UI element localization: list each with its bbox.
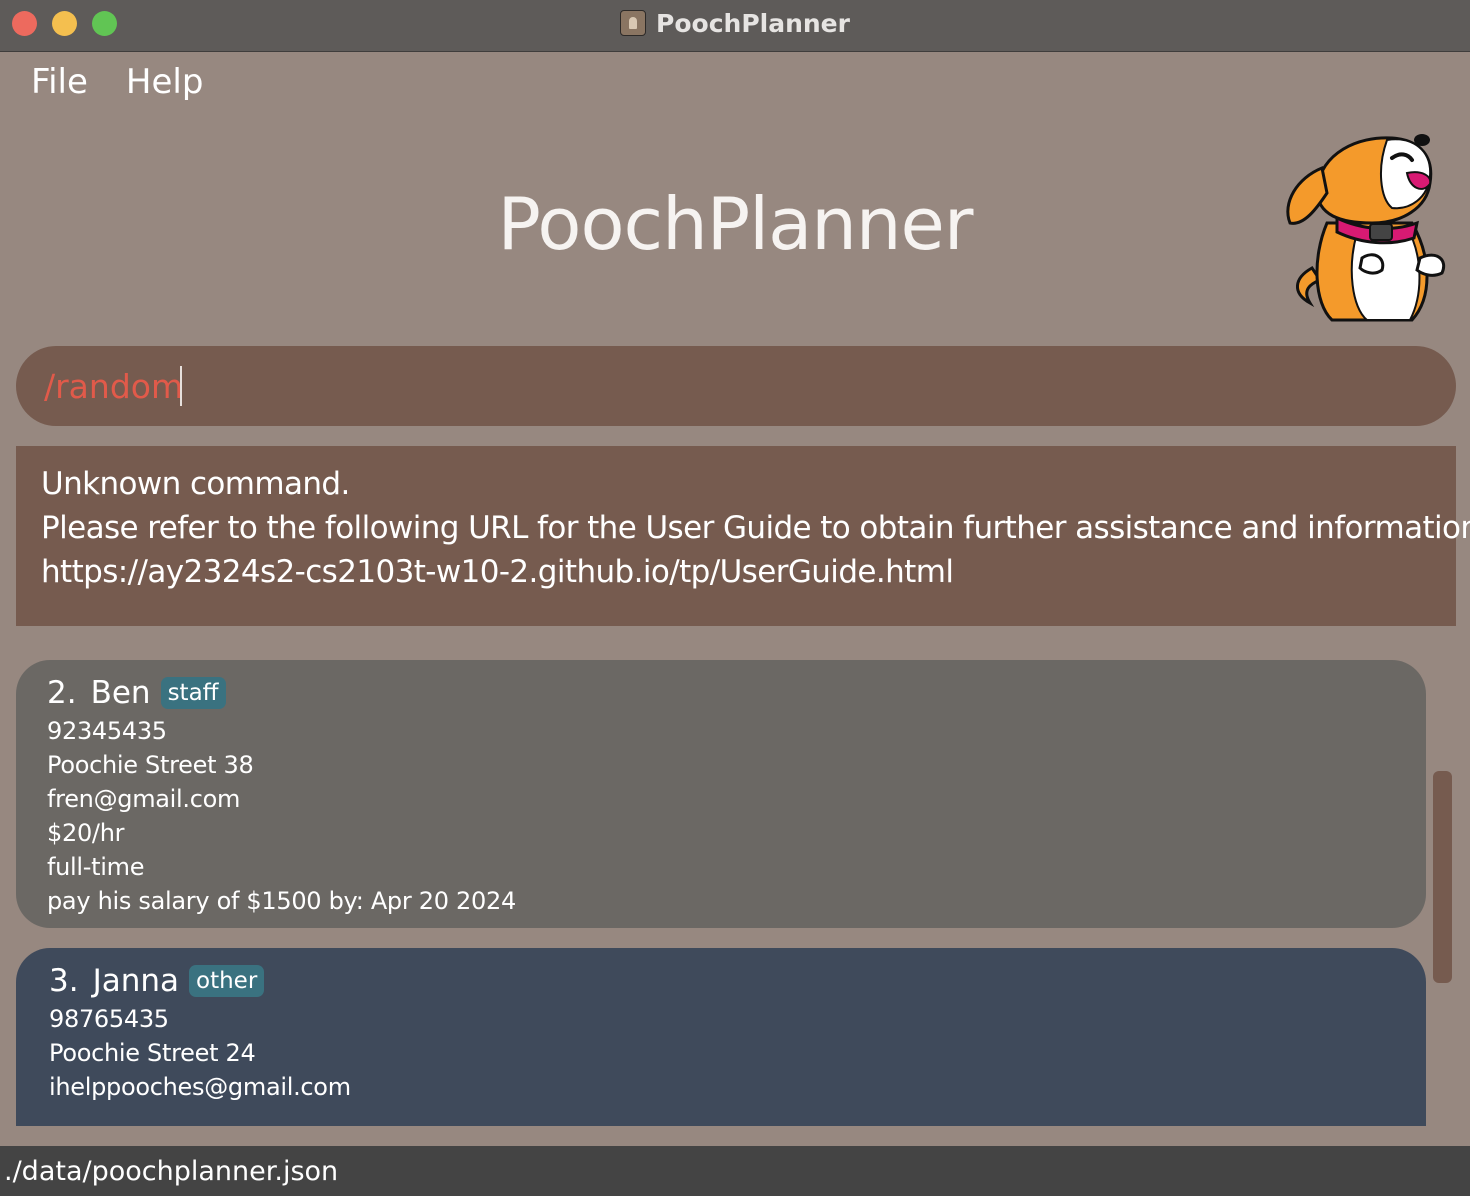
contact-card-header: 2. Ben staff (47, 674, 1426, 712)
contact-name: Janna (92, 963, 180, 999)
status-bar: ./data/poochplanner.json (0, 1146, 1470, 1196)
text-caret (180, 366, 182, 406)
contact-phone: 98765435 (49, 1005, 169, 1033)
contact-tag: staff (160, 677, 226, 709)
window-title: PoochPlanner (656, 8, 850, 38)
command-input[interactable] (44, 366, 1456, 406)
list-scrollbar[interactable] (1433, 771, 1452, 983)
data-file-path: ./data/poochplanner.json (4, 1155, 339, 1187)
contact-index: 3. (49, 963, 79, 999)
menu-bar: File Help (31, 62, 203, 102)
result-line-3: https://ay2324s2-cs2103t-w10-2.github.io… (41, 554, 954, 590)
menu-help[interactable]: Help (126, 62, 204, 102)
contact-note: pay his salary of $1500 by: Apr 20 2024 (47, 887, 516, 915)
contact-phone: 92345435 (47, 717, 167, 745)
contact-tag: other (189, 965, 265, 997)
contact-card[interactable]: 2. Ben staff 92345435 Poochie Street 38 … (16, 660, 1426, 928)
app-header-title: PoochPlanner (497, 182, 974, 266)
contact-salary: $20/hr (47, 819, 125, 847)
result-line-1: Unknown command. (41, 466, 350, 502)
result-display: Unknown command. Please refer to the fol… (16, 446, 1470, 626)
app-icon (620, 10, 647, 36)
contact-index: 2. (47, 675, 77, 711)
window-title-group: PoochPlanner (0, 0, 1470, 46)
contact-address: Poochie Street 24 (49, 1039, 256, 1067)
contact-name: Ben (90, 675, 151, 711)
command-box[interactable] (16, 346, 1456, 426)
contact-list: 2. Ben staff 92345435 Poochie Street 38 … (16, 660, 1426, 1126)
contact-address: Poochie Street 38 (47, 751, 254, 779)
contact-email: ihelppooches@gmail.com (49, 1073, 351, 1101)
contact-email: fren@gmail.com (47, 785, 241, 813)
menu-file[interactable]: File (31, 62, 88, 102)
contact-card[interactable]: 3. Janna other 98765435 Poochie Street 2… (16, 948, 1426, 1126)
title-bar: PoochPlanner (0, 0, 1470, 52)
contact-employment: full-time (47, 853, 145, 881)
result-line-2: Please refer to the following URL for th… (41, 510, 1470, 546)
contact-card-header: 3. Janna other (49, 962, 1426, 1000)
dog-mascot-icon (1286, 134, 1445, 322)
